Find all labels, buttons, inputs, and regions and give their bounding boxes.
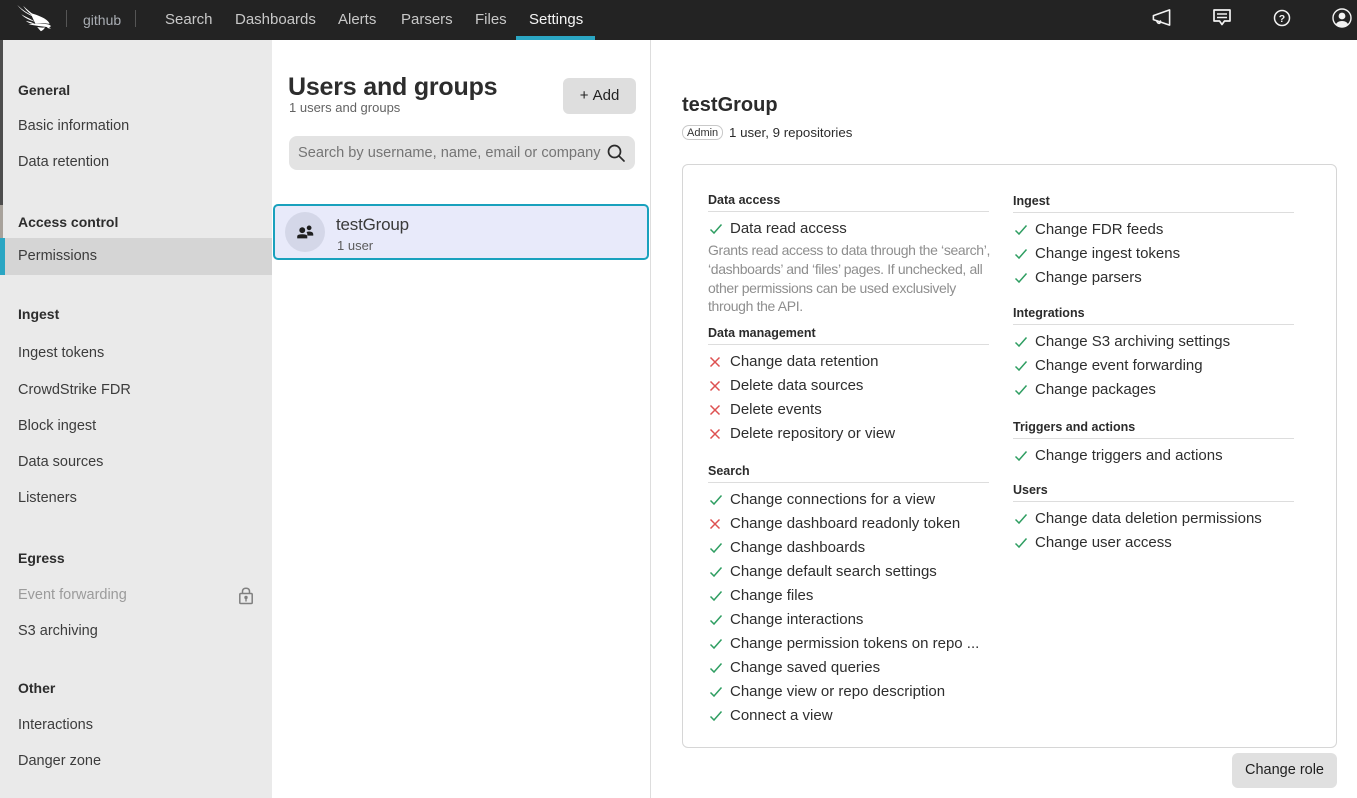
svg-text:?: ? bbox=[1279, 13, 1285, 25]
